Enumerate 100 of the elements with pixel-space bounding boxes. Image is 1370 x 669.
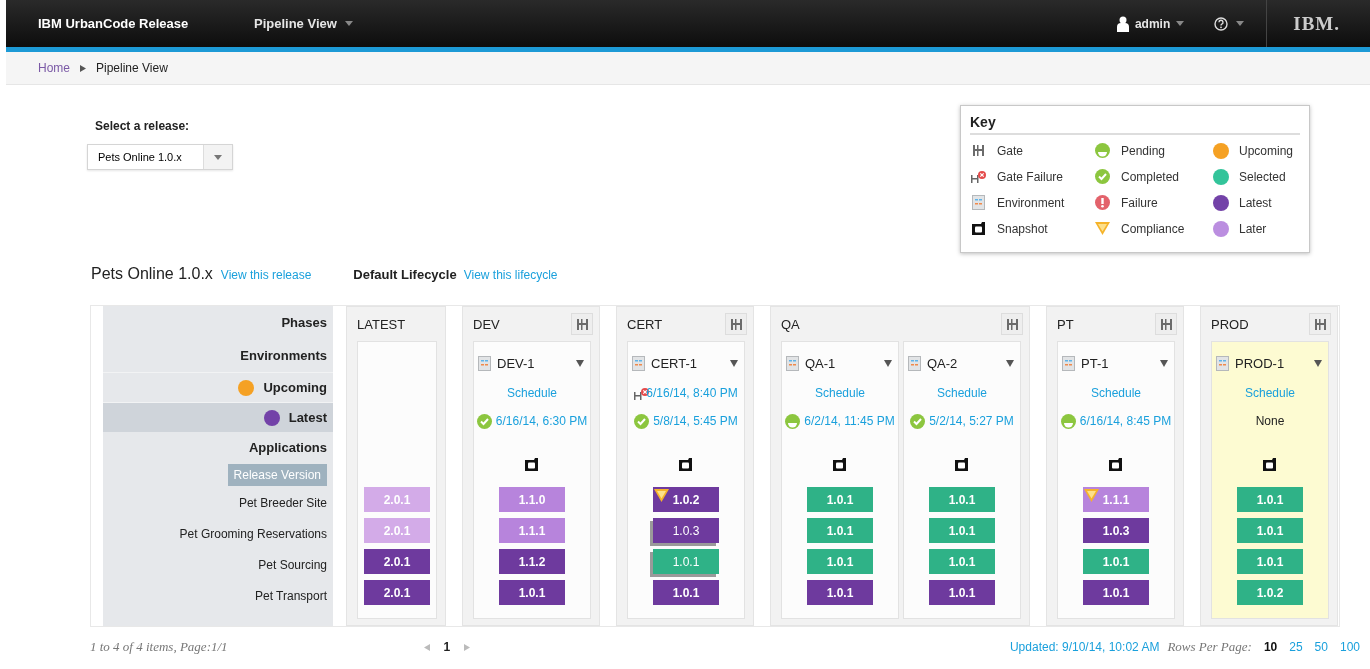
gate-button[interactable] [1155,313,1177,335]
filter-row[interactable]: Latest [103,402,333,432]
key-label: Selected [1239,169,1286,184]
phase-name: PROD [1211,316,1249,332]
key-label: Compliance [1121,221,1185,236]
caret-icon[interactable] [1006,359,1014,367]
row-label: Applications [249,439,327,455]
gate-button[interactable] [1001,313,1023,335]
schedule-link[interactable]: Schedule [1090,386,1141,400]
key-label: Upcoming [1239,143,1294,158]
caret-icon[interactable] [884,359,892,367]
environment-icon [786,355,799,371]
gate-button[interactable] [725,313,747,335]
environment-name: PROD-1 [1235,355,1286,371]
caret-icon [1176,21,1185,26]
gate-failure-icon [970,170,987,183]
deployment-date-link[interactable]: 6/16/14, 8:45 PM [1079,414,1172,428]
rows-option[interactable]: 50 [1314,640,1328,654]
version-chip[interactable]: 1.0.2 [1237,580,1303,605]
rows-option[interactable]: 100 [1339,640,1360,654]
updated-time: Updated: 9/10/14, 10:02 AM [1009,640,1160,654]
version-chip[interactable]: 1.0.1 [929,518,995,543]
version-chip[interactable]: 1.0.1 [1237,487,1303,512]
caret-icon[interactable] [576,359,584,367]
version-chip[interactable]: 1.1.1 [1083,487,1149,512]
version-chip[interactable]: 1.0.1 [1083,549,1149,574]
version-chip[interactable]: 2.0.1 [364,487,430,512]
deployment-date-link[interactable]: 5/8/14, 5:45 PM [653,414,738,428]
breadcrumb-link[interactable]: Home [38,61,70,75]
version-chip[interactable]: 2.0.1 [364,518,430,543]
key-label: Environment [997,195,1065,210]
version-chip[interactable]: 1.0.1 [1237,518,1303,543]
view-release-link[interactable]: View this release [220,268,312,282]
triangle-icon [1095,222,1110,235]
deployment-date-link[interactable]: 6/2/14, 11:45 PM [804,414,895,428]
row-label: Environments [240,348,327,363]
version-chip[interactable]: 1.0.1 [929,487,995,512]
version-chip[interactable]: 2.0.1 [364,580,430,605]
version-chip[interactable]: 1.0.1 [1237,549,1303,574]
rows-option[interactable]: 25 [1289,640,1303,654]
deployment-date-link[interactable]: 6/16/14, 6:30 PM [495,414,588,428]
caret-icon[interactable] [1160,359,1168,367]
pagination-summary: 1 to 4 of 4 items, Page:1/1 [90,639,228,655]
page-number[interactable]: 1 [443,640,451,654]
application-name: Pet Transport [254,588,327,603]
key-label: Gate [997,143,1023,158]
version-chip[interactable]: 1.0.1 [929,580,995,605]
version-chip[interactable]: 1.0.3 [1083,518,1149,543]
schedule-link[interactable]: Schedule [814,386,865,400]
rows-option[interactable]: 10 [1263,640,1278,654]
caret-icon[interactable] [1314,359,1322,367]
version-chip[interactable]: 1.0.1 [653,549,719,574]
version-chip[interactable]: 2.0.1 [364,549,430,574]
gate-icon [1005,318,1019,330]
gate-button[interactable] [571,313,593,335]
key-label: Later [1239,221,1267,236]
version-chip[interactable]: 1.0.1 [499,580,565,605]
version-chip[interactable]: 1.0.1 [929,549,995,574]
snapshot-icon [833,458,847,471]
pending-icon [1095,143,1110,158]
gate-button[interactable] [1309,313,1331,335]
version-chip[interactable]: 1.0.1 [807,549,873,574]
gate-icon [575,318,589,330]
triangle-icon [654,489,669,502]
key-label: Failure [1121,195,1158,210]
version-chip[interactable]: 1.0.1 [807,487,873,512]
version-chip[interactable]: 1.0.1 [807,580,873,605]
schedule-link[interactable]: Schedule [936,386,987,400]
version-chip[interactable]: 1.0.3 [653,518,719,543]
key-label: Latest [1239,195,1272,210]
version-chip[interactable]: 1.0.2 [653,487,719,512]
phase-name: PT [1057,316,1074,332]
help-menu[interactable] [1214,16,1245,31]
view-lifecycle-link[interactable]: View this lifecycle [463,268,558,282]
phase-name: LATEST [357,316,406,332]
logo: IBM. [1293,12,1340,35]
environment-icon [1062,355,1075,371]
user-menu[interactable]: admin [1116,15,1185,32]
schedule-date-link[interactable]: 6/16/14, 8:40 PM [646,386,738,400]
pipeline-view-menu[interactable]: Pipeline View [254,16,353,31]
version-chip[interactable]: 1.0.1 [807,518,873,543]
version-chip[interactable]: 1.1.0 [499,487,565,512]
gate-icon [1313,318,1327,330]
version-chip[interactable]: 1.0.1 [653,580,719,605]
schedule-link[interactable]: Schedule [1244,386,1295,400]
version-chip[interactable]: 1.0.1 [1083,580,1149,605]
schedule-link[interactable]: Schedule [506,386,557,400]
environment-icon [1216,355,1229,371]
pending-icon [1060,413,1076,429]
phase-name: DEV [473,316,500,332]
deployment-date-link[interactable]: 5/2/14, 5:27 PM [929,414,1014,428]
separator-icon [80,64,86,72]
rows-per-page-label: Rows Per Page: [1167,639,1252,655]
release-dropdown[interactable]: Pets Online 1.0.x [87,144,233,170]
version-chip[interactable]: 1.1.2 [499,549,565,574]
environment-name: DEV-1 [497,355,536,371]
release-version-button[interactable]: Release Version [227,463,327,486]
caret-icon[interactable] [730,359,738,367]
check-circle-icon [634,413,650,429]
version-chip[interactable]: 1.1.1 [499,518,565,543]
